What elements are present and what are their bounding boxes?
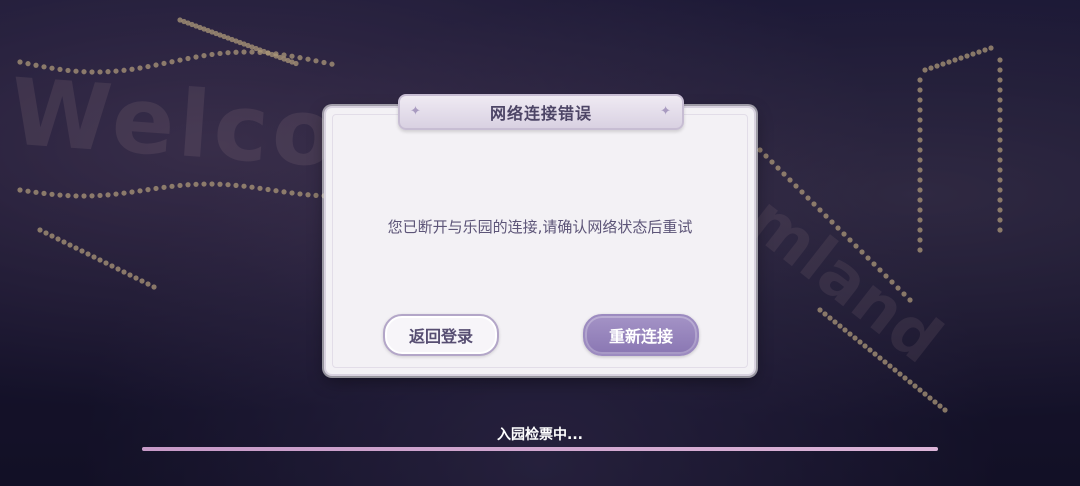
loading-progress-fill xyxy=(142,447,938,451)
dialog-title: 网络连接错误 xyxy=(489,104,592,123)
reconnect-label: 重新连接 xyxy=(608,327,673,346)
back-to-login-label: 返回登录 xyxy=(408,327,473,346)
dialog-title-tab: ✦ 网络连接错误 ✦ xyxy=(398,94,684,130)
back-to-login-button[interactable]: 返回登录 xyxy=(383,314,499,356)
loading-progress-bar xyxy=(142,447,938,451)
dialog-message: 您已断开与乐园的连接,请确认网络状态后重试 xyxy=(387,218,693,236)
loading-status-text: 入园检票中... xyxy=(497,427,583,443)
network-error-dialog: ✦ 网络连接错误 ✦ 您已断开与乐园的连接,请确认网络状态后重试 返回登录 重新… xyxy=(326,94,754,374)
sparkle-icon: ✦ xyxy=(410,104,422,119)
reconnect-button[interactable]: 重新连接 xyxy=(583,314,699,356)
sparkle-icon: ✦ xyxy=(660,104,672,119)
